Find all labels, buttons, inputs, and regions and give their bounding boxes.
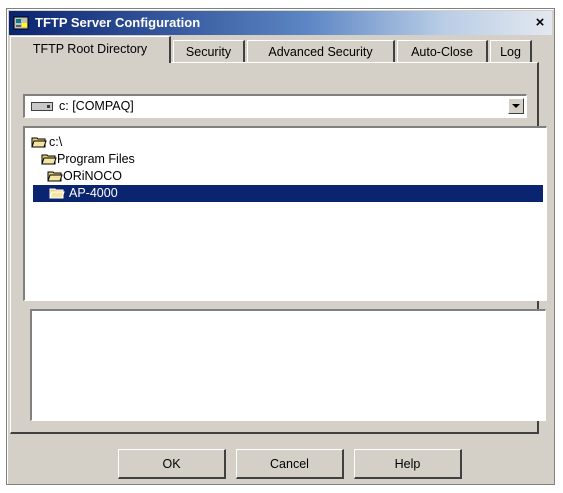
open-folder-icon xyxy=(31,137,47,148)
directory-label: ORiNOCO xyxy=(63,169,123,183)
ok-button[interactable]: OK xyxy=(118,449,226,479)
window-title: TFTP Server Configuration xyxy=(35,15,201,30)
drive-select[interactable]: c: [COMPAQ] xyxy=(23,94,527,118)
directory-item-selected[interactable]: AP-4000 xyxy=(33,185,543,202)
tab-security[interactable]: Security xyxy=(173,40,245,62)
tab-log[interactable]: Log xyxy=(490,40,532,62)
tab-auto-close[interactable]: Auto-Close xyxy=(397,40,488,62)
directory-label: AP-4000 xyxy=(69,186,118,200)
directory-item[interactable]: ORiNOCO xyxy=(45,168,165,185)
title-bar[interactable]: TFTP Server Configuration × xyxy=(9,11,552,35)
close-button[interactable]: × xyxy=(532,15,548,31)
open-folder-icon xyxy=(41,154,57,165)
directory-tree[interactable]: c:\ Program Files ORiNOCO AP-4000 xyxy=(23,126,547,301)
help-button[interactable]: Help xyxy=(354,449,462,479)
app-icon xyxy=(13,16,29,30)
directory-label: Program Files xyxy=(57,152,135,166)
directory-item[interactable]: Program Files xyxy=(39,151,179,168)
tab-tftp-root-directory[interactable]: TFTP Root Directory xyxy=(10,36,171,63)
drive-select-value: c: [COMPAQ] xyxy=(59,99,134,113)
folder-icon xyxy=(49,188,65,199)
hard-drive-icon xyxy=(31,102,53,111)
status-message-box xyxy=(30,309,546,421)
tab-advanced-security[interactable]: Advanced Security xyxy=(247,40,395,62)
open-folder-icon xyxy=(47,171,63,182)
cancel-button[interactable]: Cancel xyxy=(236,449,344,479)
directory-label: c:\ xyxy=(49,135,63,149)
directory-item[interactable]: c:\ xyxy=(29,134,109,151)
close-icon: × xyxy=(535,14,545,31)
chevron-down-icon[interactable] xyxy=(508,98,524,114)
